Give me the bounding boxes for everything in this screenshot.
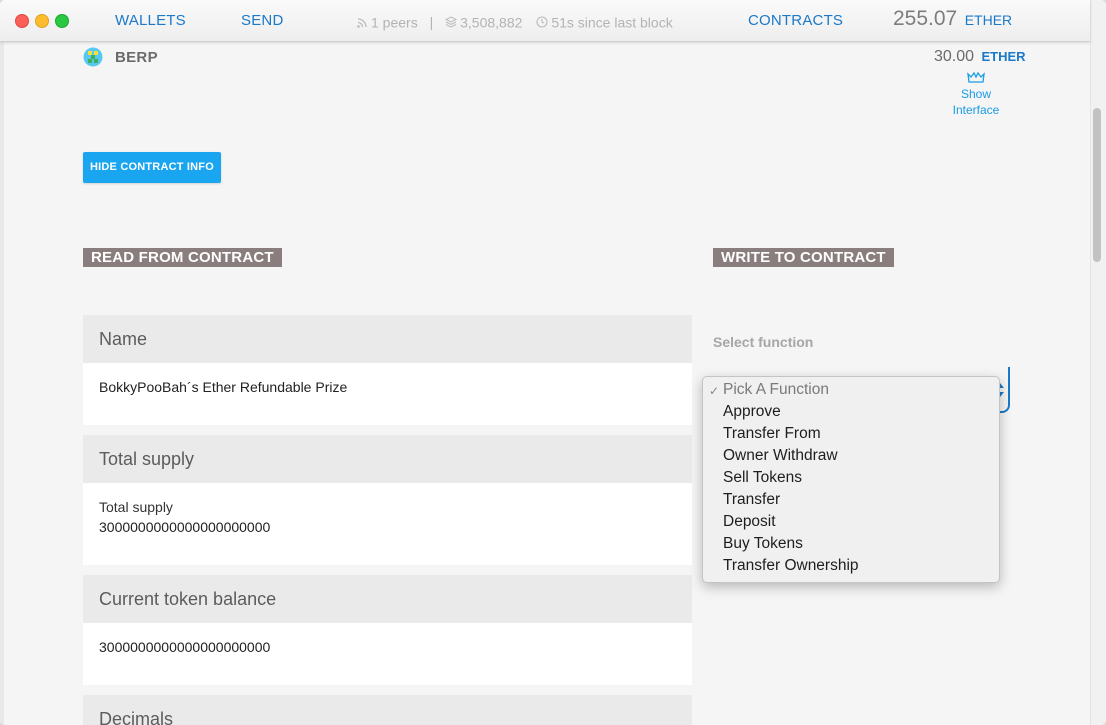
nav-wallets-link[interactable]: WALLETS xyxy=(115,12,186,29)
dropdown-option-transfer-from[interactable]: Transfer From xyxy=(723,423,821,445)
dropdown-option-buy-tokens[interactable]: Buy Tokens xyxy=(723,533,803,555)
vertical-scrollbar-thumb[interactable] xyxy=(1093,108,1101,262)
dropdown-option-owner-withdraw[interactable]: Owner Withdraw xyxy=(723,445,838,467)
window-maximize-button[interactable] xyxy=(55,14,69,28)
status-divider: | xyxy=(429,14,434,31)
read-card-value: BokkyPooBah´s Ether Refundable Prize xyxy=(99,379,348,395)
window-minimize-button[interactable] xyxy=(35,14,49,28)
peers-count: 1 peers xyxy=(371,14,418,31)
show-interface-label: Show Interface xyxy=(952,87,1000,117)
read-card-label: Decimals xyxy=(83,695,692,725)
dropdown-option-deposit[interactable]: Deposit xyxy=(723,511,776,533)
dropdown-option-sell-tokens[interactable]: Sell Tokens xyxy=(723,467,802,489)
read-card-label: Current token balance xyxy=(83,575,692,623)
read-card-value: 3000000000000000000000 xyxy=(99,519,271,535)
select-function-label: Select function xyxy=(713,334,814,350)
window-close-button[interactable] xyxy=(15,14,29,28)
show-interface-link[interactable]: Show Interface xyxy=(945,70,1007,118)
account-balance-unit: ETHER xyxy=(964,12,1013,28)
dropdown-option-transfer[interactable]: Transfer xyxy=(723,489,780,511)
left-window-edge xyxy=(0,41,4,725)
write-to-contract-heading: WRITE TO CONTRACT xyxy=(713,248,894,267)
checkmark-icon: ✓ xyxy=(709,384,720,398)
contract-balance-amount: 30.00 xyxy=(934,48,975,65)
dropdown-option-pick-a-function[interactable]: Pick A Function xyxy=(723,379,829,401)
function-dropdown-menu: ✓ Pick A Function Approve Transfer From … xyxy=(702,376,1000,583)
dropdown-option-approve[interactable]: Approve xyxy=(723,401,781,423)
contract-balance-unit: ETHER xyxy=(981,49,1026,64)
dropdown-option-transfer-ownership[interactable]: Transfer Ownership xyxy=(723,555,859,577)
account-balance: 255.07 ETHER xyxy=(893,7,1012,31)
nav-contracts-link[interactable]: CONTRACTS xyxy=(748,12,843,29)
account-balance-amount: 255.07 xyxy=(893,7,958,30)
read-card-current-token-balance: Current token balance 300000000000000000… xyxy=(83,575,692,685)
nav-send-link[interactable]: SEND xyxy=(241,12,283,29)
read-card-label: Total supply xyxy=(83,435,692,483)
layers-icon xyxy=(445,16,458,28)
read-from-contract-heading: READ FROM CONTRACT xyxy=(83,248,282,267)
contract-balance: 30.00 ETHER xyxy=(934,48,1026,66)
contract-name: BERP xyxy=(115,49,158,66)
read-card-label: Name xyxy=(83,315,692,363)
read-card-total-supply: Total supply Total supply 30000000000000… xyxy=(83,435,692,565)
read-card-name: Name BokkyPooBah´s Ether Refundable Priz… xyxy=(83,315,692,425)
peers-icon xyxy=(357,18,367,28)
time-since-block: 51s since last block xyxy=(551,14,673,31)
block-number: 3,508,882 xyxy=(460,14,523,31)
hide-contract-info-button[interactable]: HIDE CONTRACT INFO xyxy=(83,152,221,183)
read-card-sublabel: Total supply xyxy=(99,499,173,515)
read-card-value: 3000000000000000000000 xyxy=(99,639,271,655)
app-window: WALLETS SEND 1 peers | 3,508,882 51s sin… xyxy=(0,0,1106,725)
read-card-decimals: Decimals xyxy=(83,695,692,725)
interface-icon xyxy=(967,71,985,83)
contract-identicon-icon xyxy=(83,47,103,67)
network-status: 1 peers | 3,508,882 51s since last block xyxy=(357,13,673,30)
clock-icon xyxy=(536,16,548,28)
top-navigation-bar: WALLETS SEND 1 peers | 3,508,882 51s sin… xyxy=(0,0,1090,42)
